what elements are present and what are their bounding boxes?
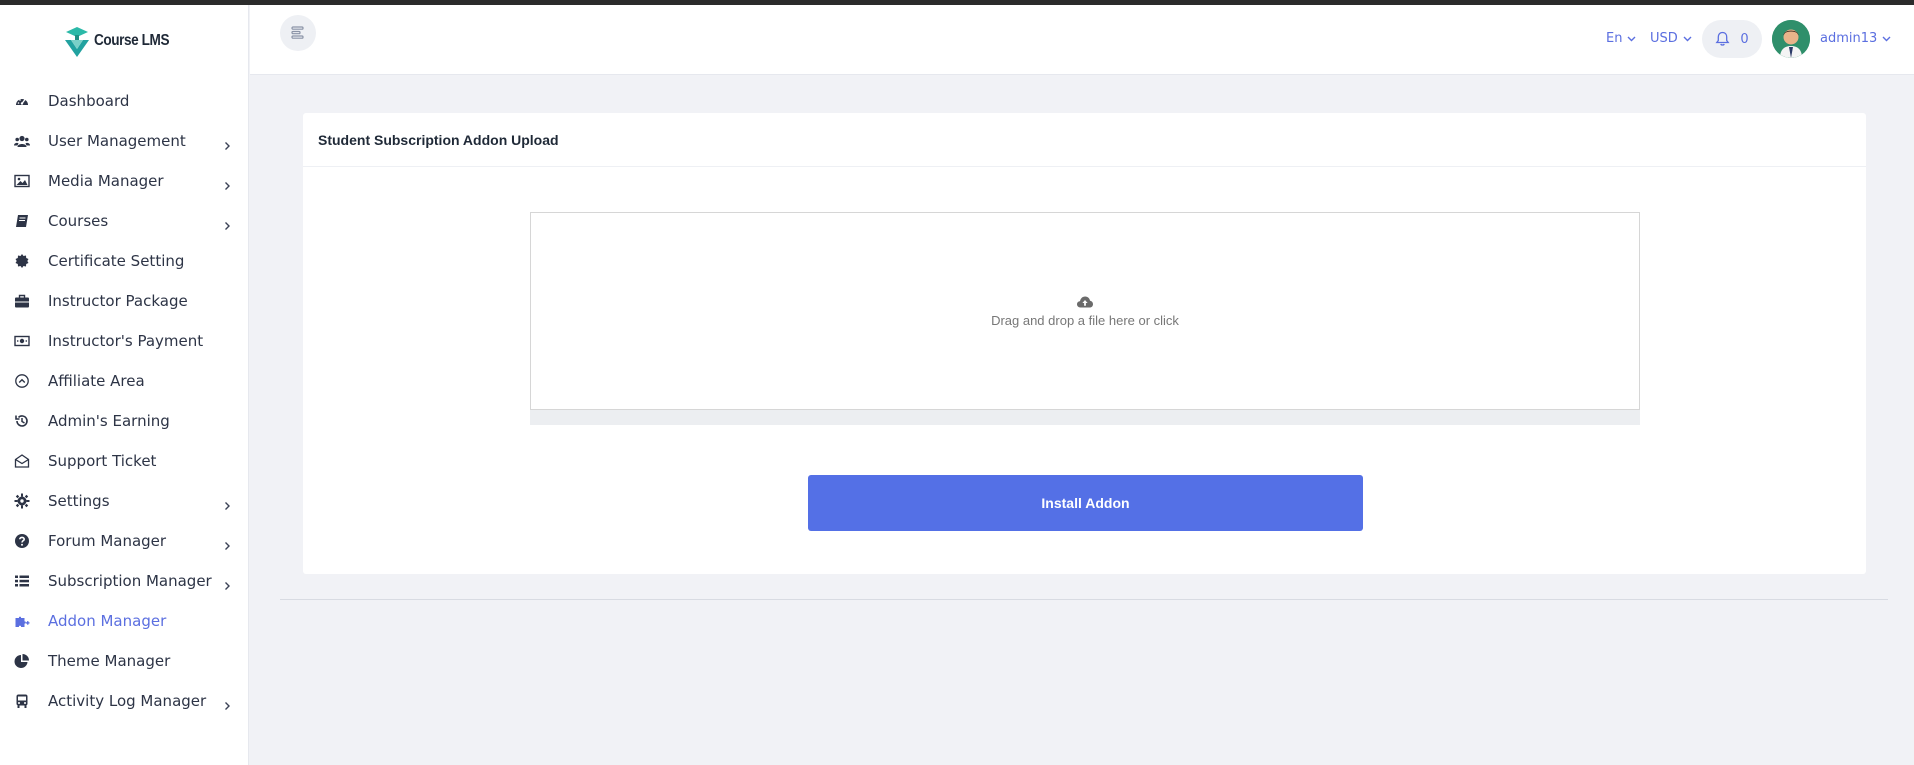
sidebar-item-certificate-setting[interactable]: Certificate Setting bbox=[0, 241, 249, 281]
sidebar-item-label: Support Ticket bbox=[48, 452, 157, 470]
sidebar-item-affiliate-area[interactable]: Affiliate Area bbox=[0, 361, 249, 401]
install-addon-button[interactable]: Install Addon bbox=[808, 475, 1363, 531]
sidebar-item-settings[interactable]: Settings bbox=[0, 481, 249, 521]
pie-chart-icon bbox=[13, 652, 31, 670]
money-bill-icon bbox=[13, 332, 31, 350]
sidebar-item-user-management[interactable]: User Management bbox=[0, 121, 249, 161]
chevron-circle-up-icon bbox=[13, 372, 31, 390]
sidebar-item-theme-manager[interactable]: Theme Manager bbox=[0, 641, 249, 681]
notifications-button[interactable]: 0 bbox=[1702, 20, 1762, 58]
chevron-right-icon bbox=[222, 216, 232, 230]
list-icon bbox=[13, 572, 31, 590]
sidebar-item-label: Dashboard bbox=[48, 92, 130, 110]
notification-count: 0 bbox=[1740, 31, 1749, 47]
certificate-icon bbox=[13, 252, 31, 270]
sidebar-item-label: Courses bbox=[48, 212, 109, 230]
tachometer-icon bbox=[13, 92, 31, 110]
users-icon bbox=[13, 132, 31, 150]
chevron-right-icon bbox=[222, 536, 232, 550]
image-icon bbox=[13, 172, 31, 190]
sidebar-item-label: User Management bbox=[48, 132, 186, 150]
sidebar-item-label: Instructor's Payment bbox=[48, 332, 204, 350]
sidebar-item-support-ticket[interactable]: Support Ticket bbox=[0, 441, 249, 481]
chevron-right-icon bbox=[222, 496, 232, 510]
currency-value: USD bbox=[1650, 31, 1678, 46]
sidebar-toggle-button[interactable] bbox=[280, 15, 316, 51]
card-header: Student Subscription Addon Upload bbox=[303, 113, 1866, 167]
sidebar-item-forum-manager[interactable]: Forum Manager bbox=[0, 521, 249, 561]
cloud-upload-icon bbox=[1077, 296, 1093, 307]
history-icon bbox=[13, 412, 31, 430]
envelope-open-icon bbox=[13, 452, 31, 470]
chevron-right-icon bbox=[222, 696, 232, 710]
sidebar-item-label: Admin's Earning bbox=[48, 412, 170, 430]
language-selector[interactable]: En bbox=[1606, 31, 1636, 46]
sidebar-item-label: Activity Log Manager bbox=[48, 692, 207, 710]
sidebar-item-instructor-s-payment[interactable]: Instructor's Payment bbox=[0, 321, 249, 361]
sidebar-item-label: Addon Manager bbox=[48, 612, 167, 630]
username-label: admin13 bbox=[1820, 31, 1878, 46]
user-avatar[interactable] bbox=[1772, 20, 1810, 58]
currency-selector[interactable]: USD bbox=[1650, 31, 1692, 46]
sidebar-item-media-manager[interactable]: Media Manager bbox=[0, 161, 249, 201]
chevron-down-icon bbox=[1627, 36, 1636, 41]
brand-logo[interactable]: Course LMS bbox=[0, 5, 248, 76]
sidebar-item-label: Certificate Setting bbox=[48, 252, 185, 270]
sidebar-item-label: Subscription Manager bbox=[48, 572, 212, 590]
align-left-icon bbox=[291, 26, 304, 39]
sidebar-item-label: Theme Manager bbox=[48, 652, 171, 670]
question-circle-icon bbox=[13, 532, 31, 550]
bell-icon bbox=[1715, 31, 1730, 46]
sidebar-item-addon-manager[interactable]: Addon Manager bbox=[0, 601, 249, 641]
dropzone-text: Drag and drop a file here or click bbox=[991, 312, 1179, 328]
chevron-down-icon bbox=[1683, 36, 1692, 41]
sidebar-item-dashboard[interactable]: Dashboard bbox=[0, 81, 249, 121]
dropzone-footer-bar bbox=[530, 410, 1640, 425]
sidebar-item-label: Forum Manager bbox=[48, 532, 167, 550]
sidebar-item-admin-s-earning[interactable]: Admin's Earning bbox=[0, 401, 249, 441]
topbar: En USD 0 admin13 bbox=[250, 5, 1914, 75]
sidebar-item-label: Affiliate Area bbox=[48, 372, 145, 390]
file-dropzone[interactable]: Drag and drop a file here or click bbox=[530, 212, 1640, 410]
sidebar-item-subscription-manager[interactable]: Subscription Manager bbox=[0, 561, 249, 601]
gear-icon bbox=[13, 492, 31, 510]
sidebar-item-instructor-package[interactable]: Instructor Package bbox=[0, 281, 249, 321]
addon-upload-card: Student Subscription Addon Upload Drag a… bbox=[303, 113, 1866, 574]
graduation-cap-logo-icon bbox=[64, 26, 89, 57]
card-title: Student Subscription Addon Upload bbox=[318, 131, 559, 148]
footer-divider bbox=[280, 599, 1888, 600]
sidebar-item-courses[interactable]: Courses bbox=[0, 201, 249, 241]
sidebar-item-label: Settings bbox=[48, 492, 110, 510]
bus-icon bbox=[13, 692, 31, 710]
sidebar-item-label: Instructor Package bbox=[48, 292, 188, 310]
chevron-right-icon bbox=[222, 136, 232, 150]
chevron-right-icon bbox=[222, 176, 232, 190]
chevron-right-icon bbox=[222, 576, 232, 590]
avatar-image-icon bbox=[1772, 20, 1810, 58]
briefcase-icon bbox=[13, 292, 31, 310]
chevron-down-icon bbox=[1882, 36, 1891, 41]
sidebar-item-label: Media Manager bbox=[48, 172, 164, 190]
brand-name: Course LMS bbox=[93, 31, 170, 49]
language-value: En bbox=[1606, 31, 1623, 46]
sidebar-item-activity-log-manager[interactable]: Activity Log Manager bbox=[0, 681, 249, 721]
user-menu[interactable]: admin13 bbox=[1820, 31, 1891, 46]
sidebar: Course LMS Dashboard User Management Media… bbox=[0, 5, 249, 765]
puzzle-piece-icon bbox=[13, 612, 31, 630]
book-icon bbox=[13, 212, 31, 230]
